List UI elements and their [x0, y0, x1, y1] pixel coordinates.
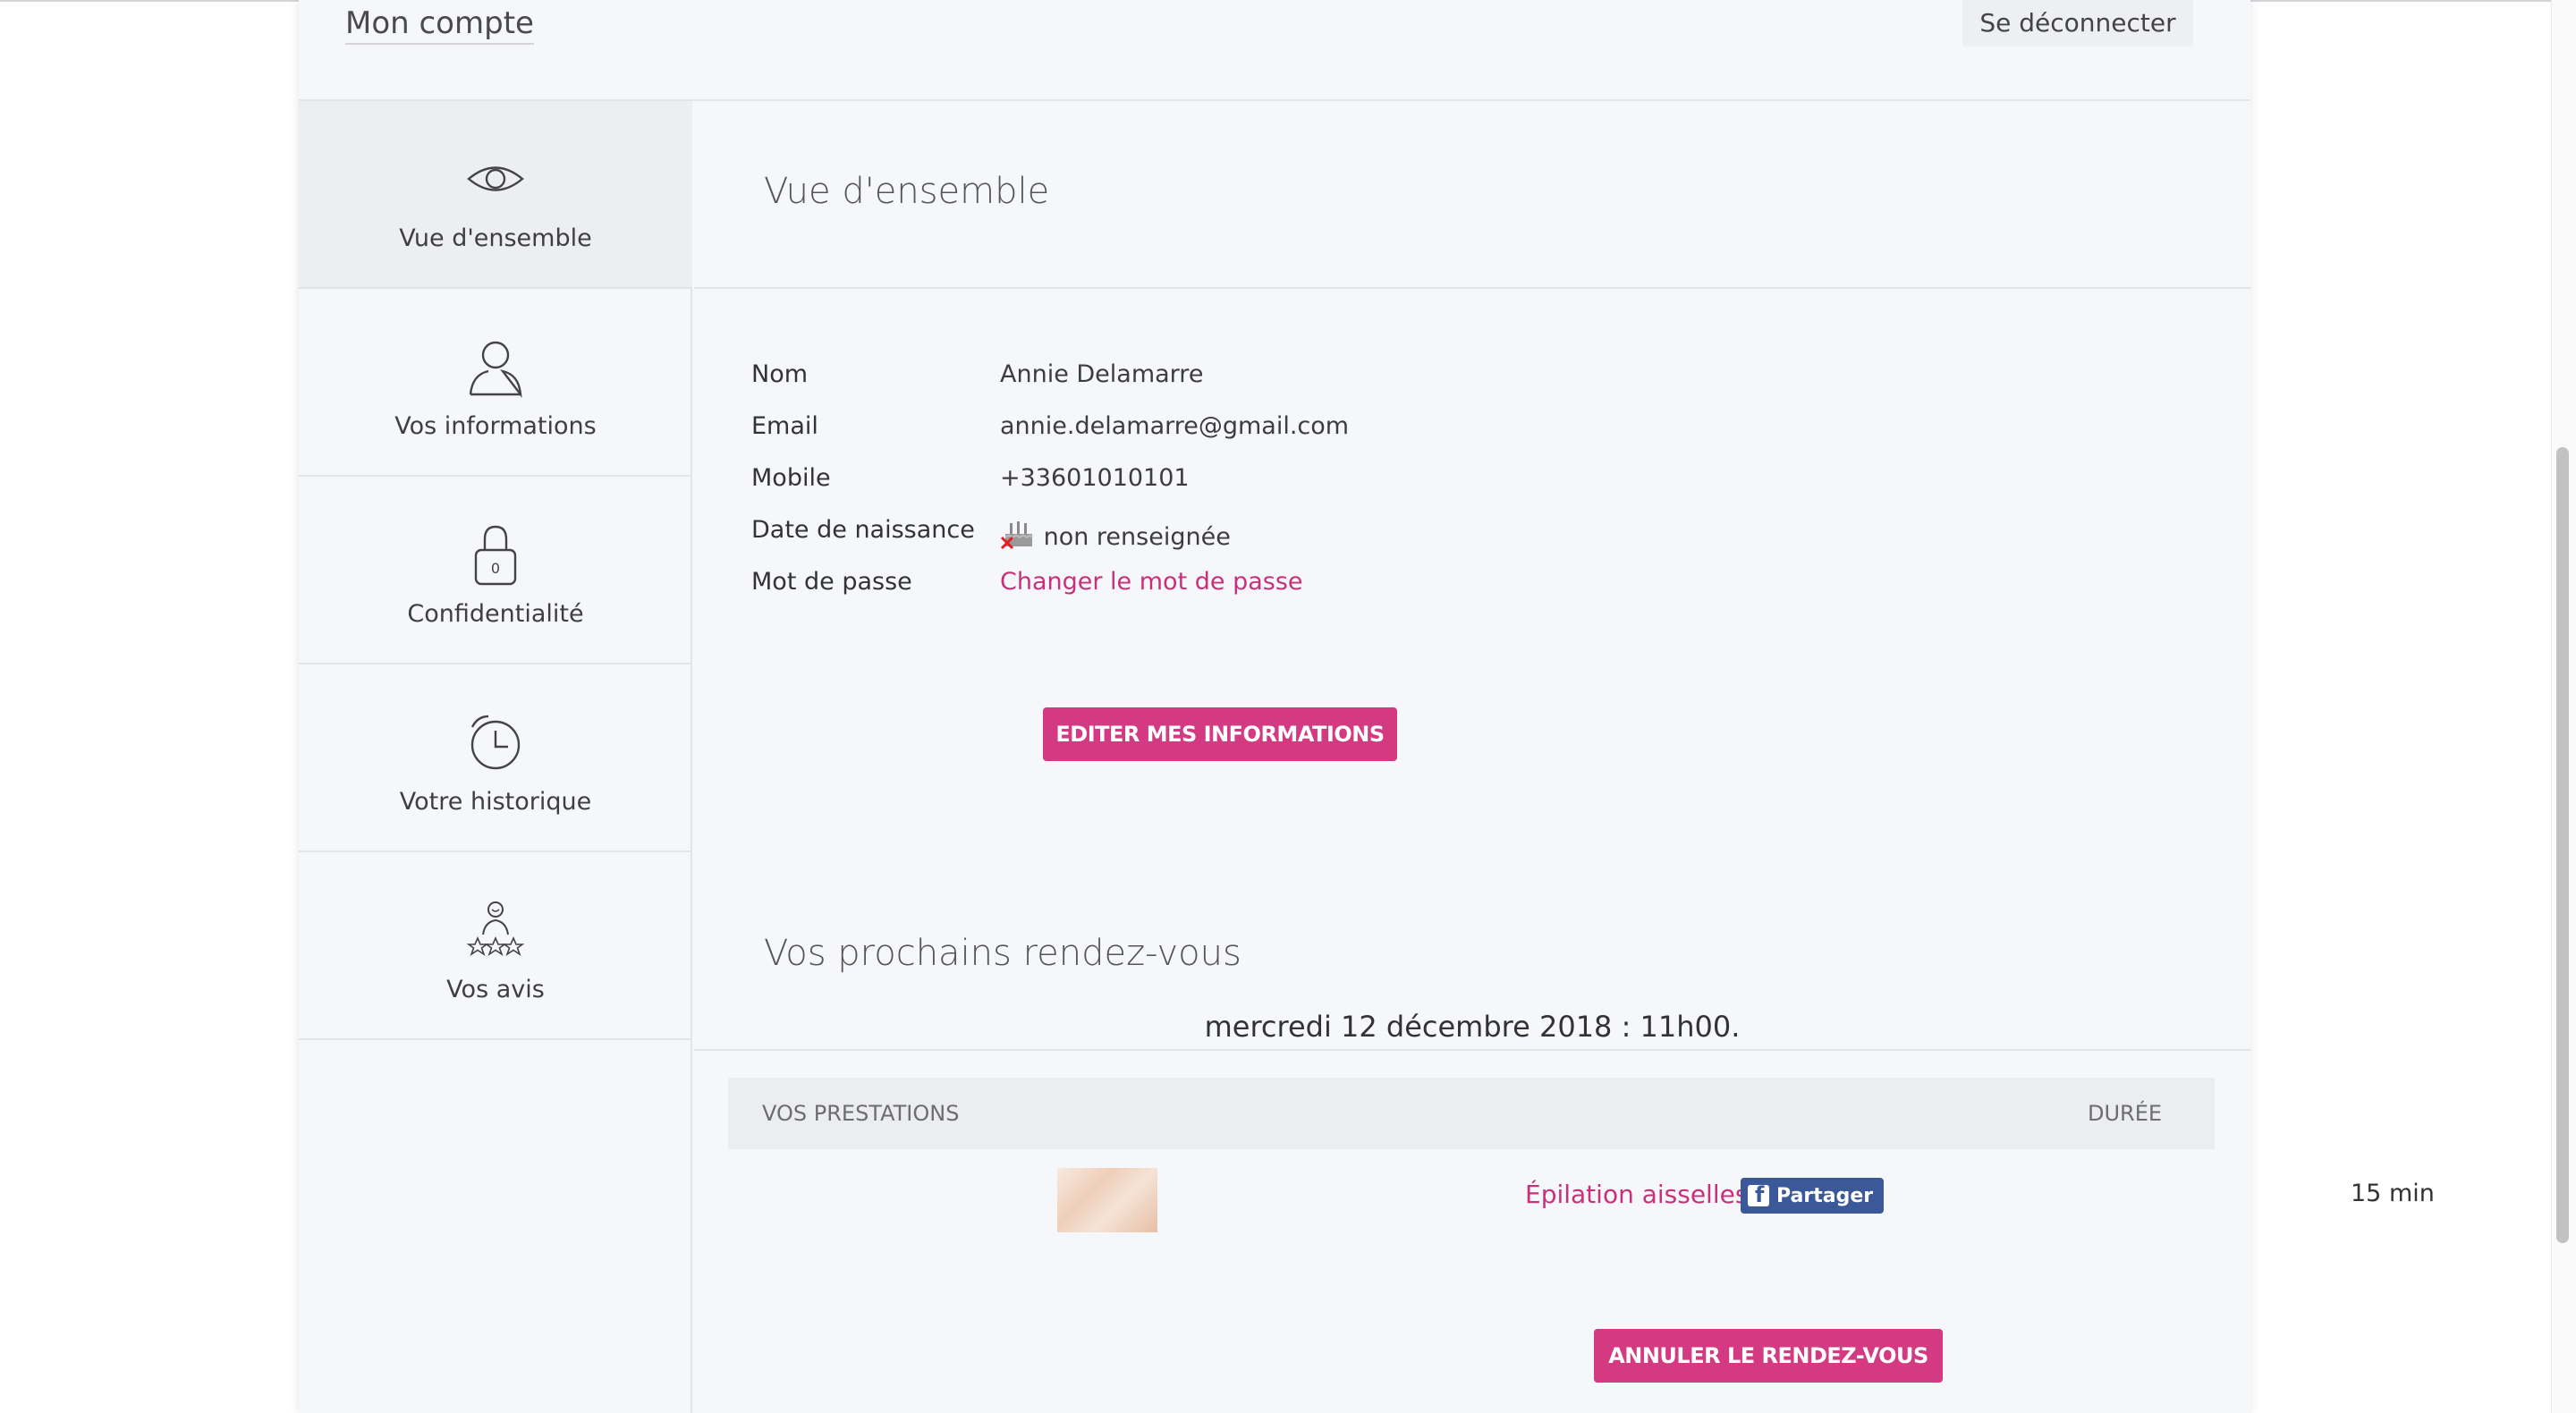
edit-info-button[interactable]: EDITER MES INFORMATIONS [1043, 707, 1397, 761]
user-icon [469, 341, 522, 398]
scrollbar-thumb[interactable] [2556, 447, 2569, 1243]
birthdate-value: non renseignée [1043, 523, 1231, 551]
sidebar-item-reviews[interactable]: Vos avis [299, 852, 692, 1040]
birthdate-label: Date de naissance [751, 516, 975, 544]
overview-title: Vue d'ensemble [764, 171, 1050, 212]
account-header: Mon compte Se déconnecter [299, 0, 2250, 101]
clock-icon [470, 715, 521, 770]
change-password-link[interactable]: Changer le mot de passe [1000, 568, 1303, 596]
sidebar: Vue d'ensemble Vos informations 0 Confid… [299, 101, 692, 1413]
sidebar-item-label: Vos avis [446, 976, 545, 1003]
appointments-title: Vos prochains rendez-vous [764, 933, 1241, 974]
email-value: annie.delamarre@gmail.com [1000, 412, 1350, 440]
cake-missing-icon [1000, 521, 1033, 550]
col-services: VOS PRESTATIONS [762, 1101, 960, 1126]
sidebar-item-privacy[interactable]: 0 Confidentialité [299, 477, 692, 664]
email-label: Email [751, 412, 818, 440]
mobile-label: Mobile [751, 464, 831, 492]
name-value: Annie Delamarre [1000, 360, 1204, 388]
password-label: Mot de passe [751, 568, 912, 596]
birthdate-value-wrap: non renseignée [1000, 516, 1231, 552]
service-duration: 15 min [2351, 1180, 2435, 1207]
appointment-date: mercredi 12 décembre 2018 : 11h00. [1204, 1010, 1741, 1044]
sidebar-item-overview[interactable]: Vue d'ensemble [299, 101, 692, 289]
sidebar-item-history[interactable]: Votre historique [299, 664, 692, 852]
sidebar-item-informations[interactable]: Vos informations [299, 289, 692, 477]
service-thumbnail [1057, 1168, 1157, 1232]
services-table-header: VOS PRESTATIONS DURÉE [728, 1078, 2215, 1149]
facebook-icon: f [1748, 1182, 1769, 1207]
mobile-value: +33601010101 [1000, 464, 1190, 492]
eye-icon [467, 166, 524, 191]
account-panel: Mon compte Se déconnecter Vue d'ensemble… [299, 0, 2435, 1413]
page-title: Mon compte [345, 5, 534, 45]
col-duration: DURÉE [2088, 1101, 2163, 1126]
logout-button[interactable]: Se déconnecter [1962, 0, 2193, 47]
lock-digit: 0 [491, 560, 500, 577]
service-link[interactable]: Épilation aisselles [1525, 1180, 1748, 1209]
rating-icon [466, 901, 525, 956]
password-value: Changer le mot de passe [1000, 568, 1303, 596]
facebook-share-button[interactable]: f Partager [1741, 1178, 1885, 1214]
sidebar-item-label: Confidentialité [407, 600, 584, 628]
lock-icon: 0 [474, 525, 517, 586]
cancel-appointment-button[interactable]: ANNULER LE RENDEZ-VOUS [1594, 1329, 1943, 1383]
sidebar-item-label: Votre historique [399, 788, 592, 816]
sidebar-item-label: Vos informations [394, 412, 597, 440]
overview-header: Vue d'ensemble [694, 101, 2250, 289]
name-label: Nom [751, 360, 809, 388]
sidebar-item-label: Vue d'ensemble [399, 224, 592, 252]
main-content: Vue d'ensemble Nom Annie Delamarre Email… [694, 101, 2435, 1413]
share-label: Partager [1776, 1184, 1874, 1207]
